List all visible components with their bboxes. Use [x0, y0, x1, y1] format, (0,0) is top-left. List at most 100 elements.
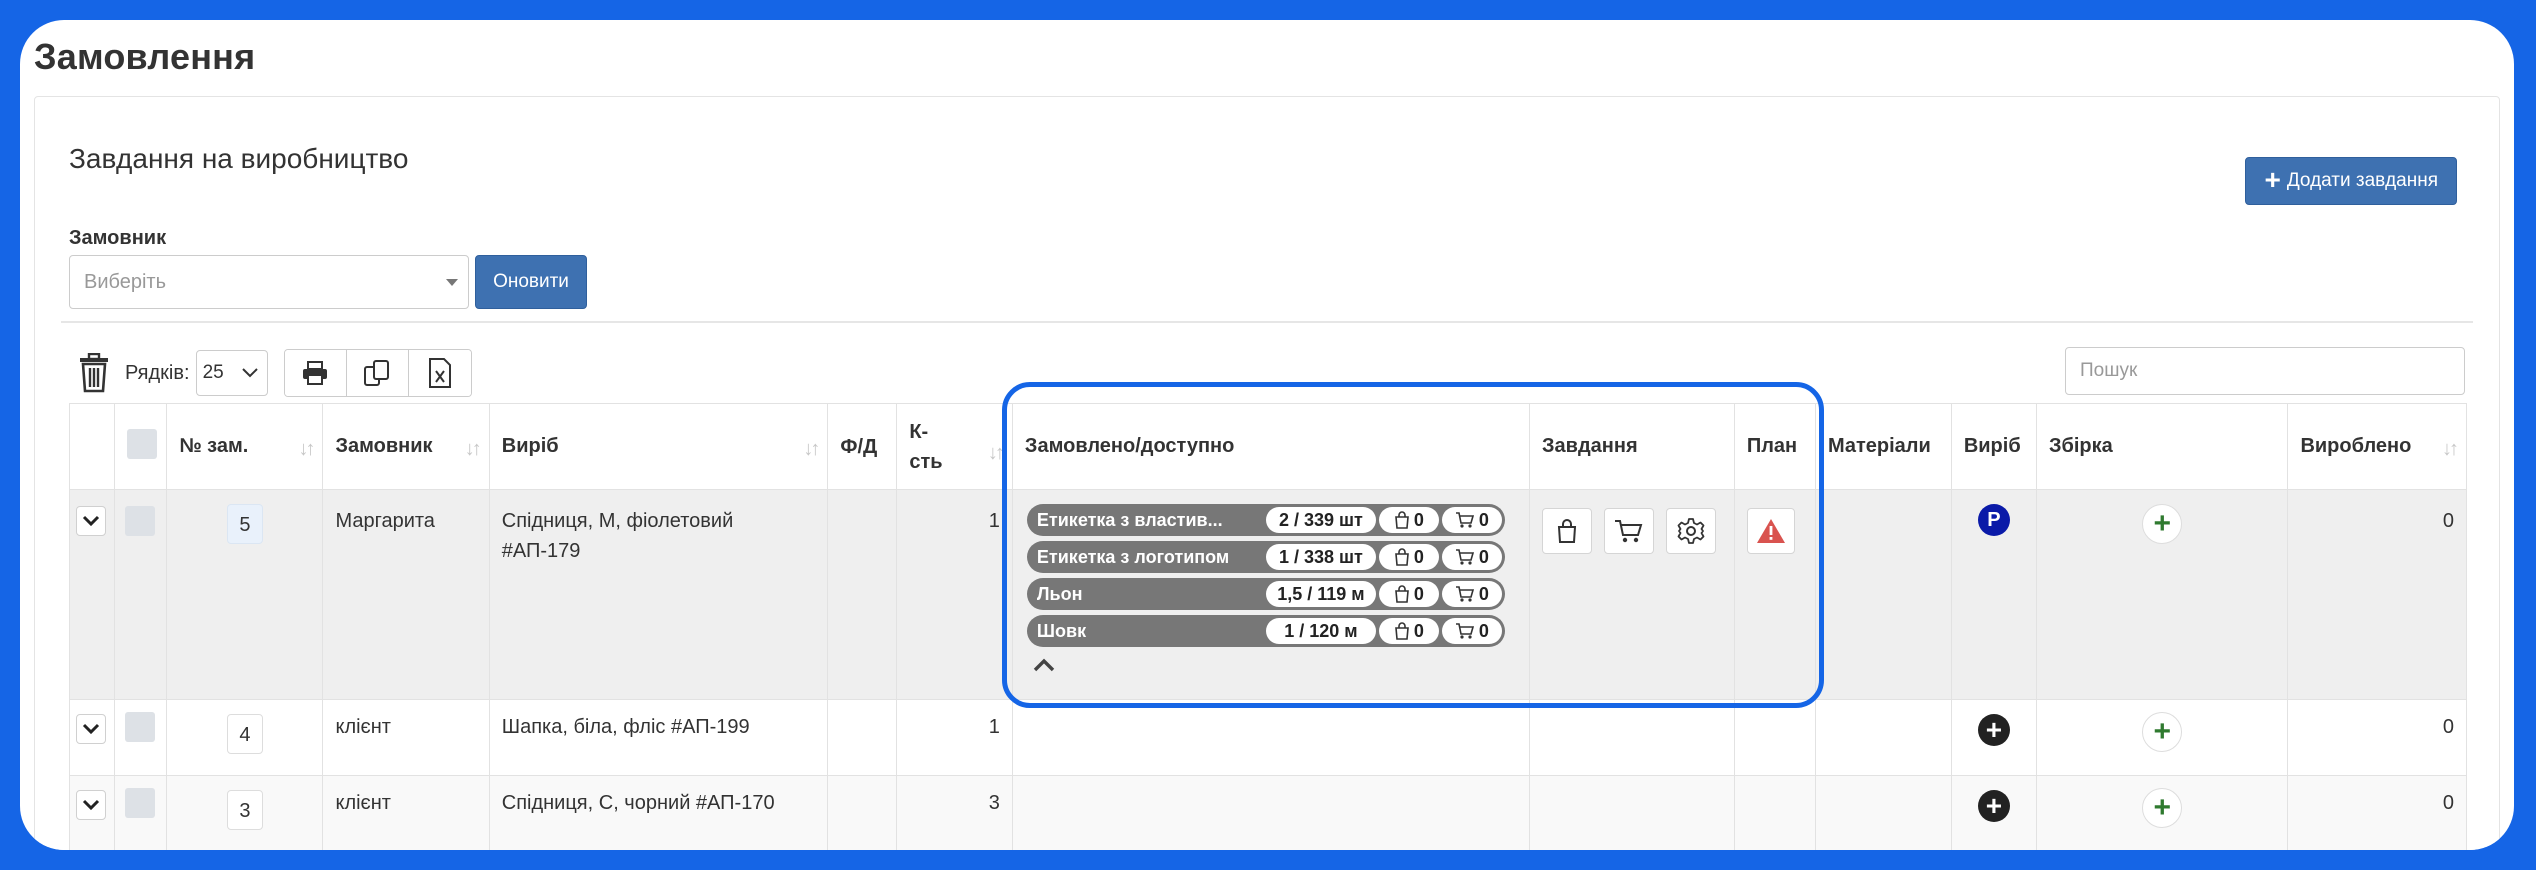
- plan-cell: [1733, 699, 1816, 776]
- chevron-down-icon: [82, 723, 100, 735]
- rows-value: 25: [202, 362, 224, 383]
- divider: [61, 321, 2473, 323]
- customer-select-placeholder: Виберіть: [84, 270, 167, 293]
- expand-row-button[interactable]: [76, 714, 106, 744]
- add-product-icon[interactable]: +: [1977, 714, 2010, 746]
- add-product-icon[interactable]: +: [1977, 790, 2010, 822]
- produced-cell: 0: [2287, 699, 2467, 776]
- customer-select[interactable]: Виберіть: [69, 255, 469, 309]
- rows-per-page-select[interactable]: 25: [195, 350, 268, 396]
- select-all-checkbox[interactable]: [126, 428, 157, 459]
- table-header-row: № зам. ↓↑ Замовник ↓↑ Виріб ↓↑ Ф/Д К-сть ↓↑ …: [69, 403, 2467, 490]
- collapse-materials-button[interactable]: [1033, 655, 1517, 678]
- material-pill[interactable]: Етикетка з логотипом 1 / 338 шт 0 0: [1026, 541, 1505, 573]
- production-task-button[interactable]: [1666, 508, 1717, 554]
- chevron-down-icon: [241, 368, 258, 378]
- ordered-count: 0: [1441, 507, 1502, 533]
- trash-icon[interactable]: [77, 350, 111, 396]
- plan-cell: [1733, 489, 1816, 700]
- row-checkbox[interactable]: [125, 788, 156, 818]
- customer-name: клієнт: [335, 716, 391, 738]
- produced-cell: 0: [2287, 775, 2467, 850]
- header-customer: Замовник: [335, 435, 433, 457]
- col-qty[interactable]: К-сть ↓↑: [896, 403, 1013, 490]
- product-status-badge[interactable]: P: [1977, 504, 2010, 536]
- col-produced[interactable]: Вироблено ↓↑: [2287, 403, 2467, 490]
- reserved-count: 0: [1378, 507, 1439, 533]
- product-status-cell: P: [1950, 489, 2037, 700]
- materials-cell: [1814, 699, 1952, 776]
- header-order-no: № зам.: [179, 435, 249, 457]
- header-product-status: Виріб: [1963, 435, 2021, 457]
- ordered-available-cell: [1011, 699, 1531, 776]
- header-tasks: Завдання: [1542, 435, 1638, 457]
- customer-name: клієнт: [335, 792, 391, 814]
- material-pill[interactable]: Шовк 1 / 120 м 0 0: [1026, 615, 1505, 647]
- plan-warning-button[interactable]: [1746, 508, 1795, 554]
- ordered-count: 0: [1441, 581, 1502, 607]
- qty-cell: 1: [896, 699, 1013, 776]
- header-produced: Вироблено: [2300, 435, 2412, 457]
- product-name: Шапка, біла, фліс #АП-199: [501, 716, 750, 738]
- add-assembly-button[interactable]: +: [2142, 788, 2183, 828]
- refresh-button[interactable]: Оновити: [475, 255, 587, 309]
- order-number-badge[interactable]: 3: [226, 790, 263, 830]
- materials-list: Етикетка з властив... 2 / 339 шт 0 0 Ети…: [1026, 504, 1517, 647]
- select-cell: [113, 699, 168, 776]
- header-ordered: Замовлено/доступно: [1024, 435, 1235, 457]
- sort-icon: ↓↑: [2442, 438, 2459, 460]
- task-actions: [1542, 508, 1722, 554]
- expand-row-button[interactable]: [76, 506, 106, 536]
- materials-cell: [1814, 489, 1952, 700]
- export-button-group: [283, 349, 472, 397]
- order-number-badge[interactable]: 4: [226, 714, 263, 754]
- add-assembly-button[interactable]: +: [2142, 504, 2183, 544]
- customer-cell: Маргарита: [322, 489, 490, 700]
- table-row: 4 клієнт Шапка, біла, фліс #АП-199 1 + +…: [69, 699, 2467, 776]
- col-customer[interactable]: Замовник ↓↑: [322, 403, 490, 490]
- add-task-button[interactable]: + Додати завдання: [2245, 157, 2457, 205]
- cart-icon: [1455, 623, 1474, 639]
- row-checkbox[interactable]: [125, 712, 156, 742]
- col-order-no[interactable]: № зам. ↓↑: [166, 403, 324, 490]
- col-product[interactable]: Виріб ↓↑: [488, 403, 829, 490]
- header-product: Виріб: [501, 435, 559, 457]
- print-button[interactable]: [284, 350, 347, 396]
- cart-icon: [1455, 586, 1474, 602]
- product-status-cell: +: [1950, 699, 2037, 776]
- plan-cell: [1733, 775, 1816, 850]
- table-toolbar: Рядків: 25: [77, 347, 472, 399]
- expand-row-button[interactable]: [76, 790, 106, 820]
- copy-button[interactable]: [346, 350, 409, 396]
- row-checkbox[interactable]: [125, 506, 156, 536]
- material-pill[interactable]: Етикетка з властив... 2 / 339 шт 0 0: [1026, 504, 1505, 536]
- qty-value: 3: [988, 792, 1000, 814]
- ordered-value: 0: [1478, 546, 1489, 567]
- cart-icon: [1615, 520, 1643, 543]
- purchase-task-button[interactable]: [1604, 508, 1655, 554]
- plus-icon: +: [2264, 163, 2281, 195]
- table-row: 3 клієнт Спідниця, С, чорний #АП-170 3 +…: [69, 775, 2467, 850]
- expand-cell: [69, 775, 115, 850]
- select-cell: [113, 775, 168, 850]
- order-number-badge[interactable]: 5: [226, 504, 263, 544]
- material-qty: 2 / 339 шт: [1265, 507, 1376, 533]
- material-pill[interactable]: Льон 1,5 / 119 м 0 0: [1026, 578, 1505, 610]
- print-icon: [303, 361, 328, 385]
- header-plan: План: [1746, 435, 1798, 457]
- qty-cell: 1: [896, 489, 1013, 700]
- tasks-cell: [1529, 489, 1735, 700]
- produced-cell: 0: [2287, 489, 2467, 700]
- fd-cell: [827, 775, 898, 850]
- product-cell: Спідниця, М, фіолетовий #АП-179: [488, 489, 829, 700]
- sort-icon: ↓↑: [987, 442, 1005, 464]
- page-title: Замовлення: [34, 36, 256, 77]
- search-input[interactable]: Пошук: [2065, 347, 2465, 395]
- customer-cell: клієнт: [322, 699, 490, 776]
- excel-button[interactable]: [408, 350, 471, 396]
- add-assembly-button[interactable]: +: [2142, 712, 2183, 752]
- reserve-task-button[interactable]: [1542, 508, 1593, 554]
- select-cell: [113, 489, 168, 700]
- chevron-down-icon: [82, 515, 100, 527]
- chevron-up-icon: [1033, 658, 1055, 672]
